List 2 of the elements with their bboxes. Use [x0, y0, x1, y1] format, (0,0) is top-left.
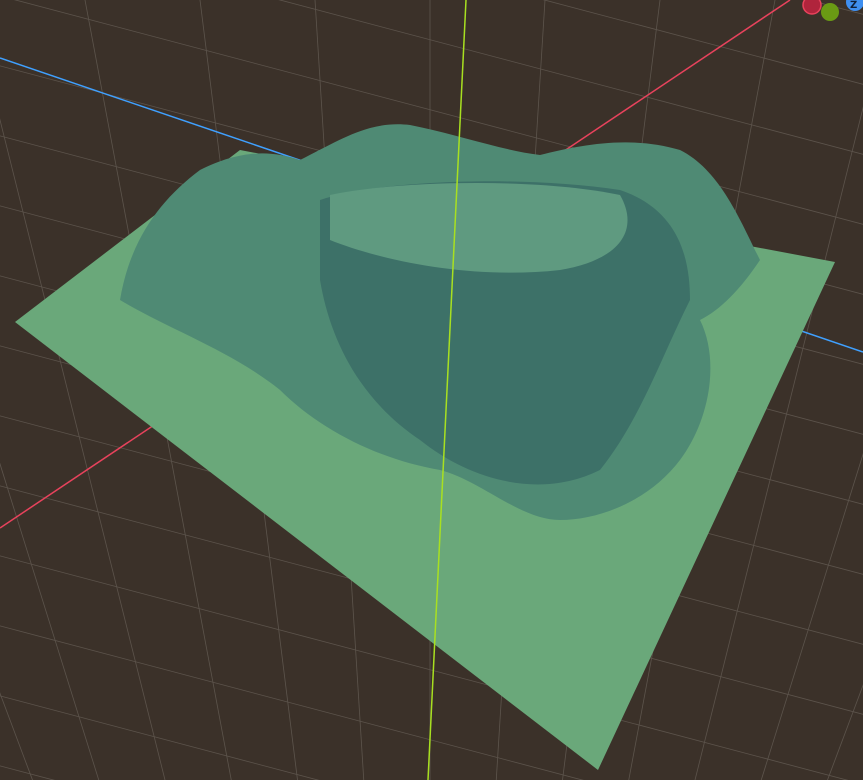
gizmo-z-label: Z	[850, 0, 858, 11]
axis-gizmo[interactable]	[802, 0, 863, 21]
